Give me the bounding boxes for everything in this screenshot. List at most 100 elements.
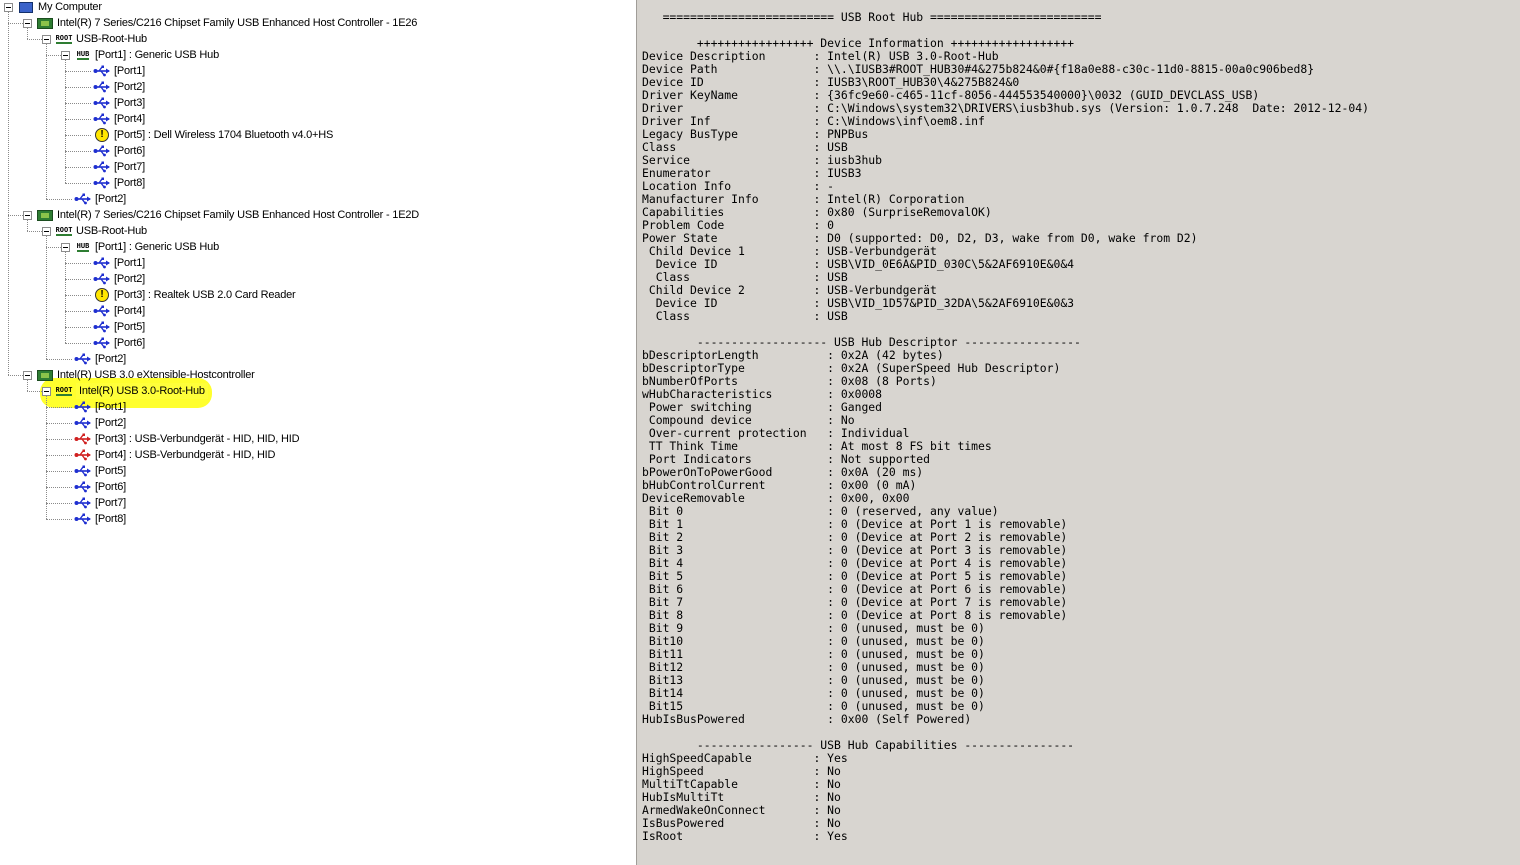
tree-node[interactable]: HUB [Port1] : Generic USB Hub: [61, 47, 219, 63]
tree-node[interactable]: ROOT USB-Root-Hub: [42, 223, 147, 239]
usb-port-icon: [93, 320, 111, 334]
tree-node-label: Intel(R) USB 3.0-Root-Hub: [76, 383, 208, 399]
tree-node[interactable]: [Port2]: [74, 351, 126, 367]
tree-node-label: [Port6]: [114, 145, 146, 157]
tree-node-label: [Port7]: [95, 497, 127, 509]
tree-node[interactable]: [Port5]: [93, 319, 145, 335]
detail-line: ========================= USB Root Hub =…: [642, 10, 1102, 24]
collapse-toggle-icon[interactable]: [23, 370, 32, 380]
detail-line: HubIsBusPowered : 0x00 (Self Powered): [642, 712, 972, 726]
tree-node[interactable]: [Port2]: [74, 415, 126, 431]
usb-port-icon: [93, 176, 111, 190]
collapse-toggle-icon[interactable]: [61, 242, 70, 252]
tree-connector: [65, 87, 91, 88]
tree-node[interactable]: [Port7]: [93, 159, 145, 175]
usb-device-icon: [74, 432, 92, 446]
tree-connector: [46, 247, 61, 248]
usb-port-icon: [93, 304, 111, 318]
tree-connector: [46, 199, 72, 200]
tree-node[interactable]: [Port8]: [93, 175, 145, 191]
tree-node[interactable]: [Port6]: [74, 479, 126, 495]
collapse-toggle-icon[interactable]: [23, 210, 32, 220]
root-hub-icon: ROOT: [55, 225, 73, 236]
tree-node[interactable]: [Port4]: [93, 303, 145, 319]
tree-node[interactable]: Intel(R) 7 Series/C216 Chipset Family US…: [23, 15, 417, 31]
controller-icon: [36, 368, 54, 382]
collapse-toggle-icon[interactable]: [42, 34, 51, 44]
usb-port-icon: [74, 416, 92, 430]
tree-connector: [65, 327, 91, 328]
tree-node[interactable]: My Computer: [4, 0, 102, 15]
usb-port-icon: [74, 400, 92, 414]
collapse-toggle-icon[interactable]: [4, 2, 13, 12]
usb-port-icon: [74, 352, 92, 366]
tree-node[interactable]: Intel(R) USB 3.0 eXtensible-Hostcontroll…: [23, 367, 255, 383]
usb-port-icon: [93, 64, 111, 78]
tree-node[interactable]: Intel(R) 7 Series/C216 Chipset Family US…: [23, 207, 419, 223]
tree-node[interactable]: [Port1]: [93, 255, 145, 271]
tree-node[interactable]: [Port2]: [93, 271, 145, 287]
tree-node-label: [Port7]: [114, 161, 146, 173]
tree-node[interactable]: [Port4] : USB-Verbundgerät - HID, HID: [74, 447, 275, 463]
hub-icon: HUB: [76, 49, 90, 60]
tree-node[interactable]: [Port2]: [93, 79, 145, 95]
tree-node[interactable]: ! [Port3] : Realtek USB 2.0 Card Reader: [93, 287, 296, 303]
tree-node-label: [Port2]: [95, 193, 127, 205]
tree-node[interactable]: ROOT Intel(R) USB 3.0-Root-Hub: [42, 383, 208, 399]
details-pane[interactable]: ========================= USB Root Hub =…: [640, 0, 1520, 865]
usb-port-icon: [93, 144, 111, 158]
tree-connector: [46, 396, 47, 519]
tree-node[interactable]: ! [Port5] : Dell Wireless 1704 Bluetooth …: [93, 127, 333, 143]
tree-node-label: [Port2]: [95, 417, 127, 429]
collapse-toggle-icon[interactable]: [42, 386, 51, 396]
tree-node-label: [Port2]: [114, 273, 146, 285]
tree-node-label: Intel(R) 7 Series/C216 Chipset Family US…: [57, 17, 418, 29]
usb-device-icon: [74, 448, 92, 462]
tree-connector: [65, 252, 66, 343]
tree-node[interactable]: [Port4]: [93, 111, 145, 127]
tree-node[interactable]: [Port1]: [93, 63, 145, 79]
tree-connector: [46, 407, 72, 408]
detail-line: Class : USB: [642, 309, 848, 323]
tree-node-label: [Port8]: [95, 513, 127, 525]
tree-connector: [46, 487, 72, 488]
usb-port-icon: [93, 336, 111, 350]
tree-node[interactable]: [Port8]: [74, 511, 126, 527]
tree-connector: [46, 55, 61, 56]
collapse-toggle-icon[interactable]: [61, 50, 70, 60]
tree-node[interactable]: [Port2]: [74, 191, 126, 207]
device-details-text: ========================= USB Root Hub =…: [642, 11, 1369, 843]
tree-node-label: USB-Root-Hub: [76, 225, 147, 237]
tree-node[interactable]: ROOT USB-Root-Hub: [42, 31, 147, 47]
tree-node[interactable]: [Port6]: [93, 335, 145, 351]
tree-connector: [46, 519, 72, 520]
tree-node-label: [Port3] : USB-Verbundgerät - HID, HID, H…: [95, 433, 300, 445]
usb-port-icon: [93, 160, 111, 174]
tree-node[interactable]: [Port7]: [74, 495, 126, 511]
tree-node[interactable]: [Port1]: [74, 399, 126, 415]
detail-line: IsRoot : Yes: [642, 829, 848, 843]
tree-node[interactable]: [Port5]: [74, 463, 126, 479]
collapse-toggle-icon[interactable]: [23, 18, 32, 28]
tree-node[interactable]: [Port3] : USB-Verbundgerät - HID, HID, H…: [74, 431, 300, 447]
tree-node-label: [Port1] : Generic USB Hub: [95, 49, 219, 61]
tree-connector: [8, 215, 23, 216]
tree-connector: [46, 359, 72, 360]
usb-port-icon: [74, 512, 92, 526]
tree-connector: [46, 423, 72, 424]
tree-connector: [65, 167, 91, 168]
tree-node-label: [Port3]: [114, 97, 146, 109]
tree-connector: [27, 231, 42, 232]
computer-icon: [17, 0, 35, 14]
tree-node[interactable]: [Port6]: [93, 143, 145, 159]
tree-connector: [65, 71, 91, 72]
tree-node-label: [Port1]: [114, 257, 146, 269]
tree-node[interactable]: [Port3]: [93, 95, 145, 111]
tree-connector: [65, 183, 91, 184]
hub-icon: HUB: [76, 241, 90, 252]
collapse-toggle-icon[interactable]: [42, 226, 51, 236]
usb-port-icon: [74, 192, 92, 206]
usb-port-icon: [93, 96, 111, 110]
tree-node[interactable]: HUB [Port1] : Generic USB Hub: [61, 239, 219, 255]
device-tree-pane[interactable]: My Computer Intel(R) 7 Series/C216 Chipse…: [0, 0, 636, 865]
